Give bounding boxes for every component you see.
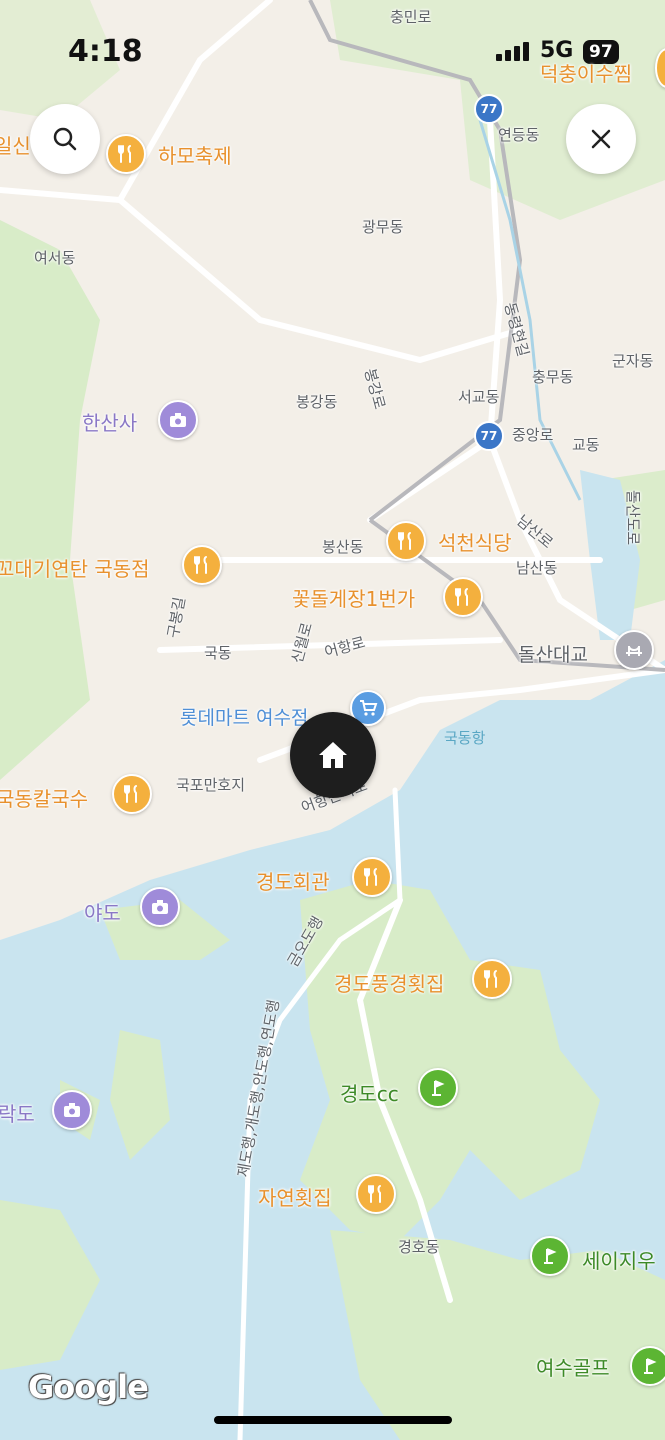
attraction-label[interactable]: 야도 xyxy=(84,897,121,926)
restaurant-pin[interactable] xyxy=(356,1174,396,1214)
bridge-pin[interactable] xyxy=(614,630,654,670)
restaurant-label[interactable]: 국동칼국수 xyxy=(0,783,88,812)
cellular-signal-icon xyxy=(496,42,529,61)
area-label: 국동 xyxy=(204,644,232,662)
fork-knife-icon xyxy=(194,556,207,574)
home-location-marker[interactable] xyxy=(290,712,376,798)
home-indicator[interactable] xyxy=(214,1416,452,1424)
area-label: 중앙로 xyxy=(512,426,554,444)
search-icon xyxy=(53,127,77,151)
area-label: 국포만호지 xyxy=(176,776,246,794)
restaurant-label[interactable]: 하모축제 xyxy=(158,140,232,169)
area-label: 충민로 xyxy=(390,8,432,26)
camera-icon xyxy=(170,413,186,427)
area-label: 충무동 xyxy=(532,368,574,386)
fork-knife-icon xyxy=(118,145,131,163)
fork-knife-icon xyxy=(364,868,377,886)
fork-knife-icon xyxy=(484,970,497,988)
close-icon xyxy=(591,129,611,149)
restaurant-label[interactable]: 덕충이수찜 xyxy=(540,58,632,87)
area-label: 봉산동 xyxy=(322,538,364,556)
area-label: 서교동 xyxy=(458,388,500,406)
golf-icon xyxy=(432,1080,445,1096)
route-77-shield: 77 xyxy=(474,421,504,451)
golf-pin[interactable] xyxy=(630,1346,665,1386)
area-label: 군자동 xyxy=(612,352,654,370)
fork-knife-icon xyxy=(455,588,468,606)
restaurant-pin[interactable] xyxy=(472,959,512,999)
restaurant-label[interactable]: 경도회관 xyxy=(256,866,330,895)
restaurant-pin[interactable] xyxy=(106,134,146,174)
restaurant-label[interactable]: 석천식당 xyxy=(438,527,512,556)
area-label: 연등동 xyxy=(498,126,540,144)
restaurant-label[interactable]: 자연횟집 xyxy=(258,1182,332,1211)
search-button[interactable] xyxy=(30,104,100,174)
fork-knife-icon xyxy=(398,532,411,550)
close-button[interactable] xyxy=(566,104,636,174)
restaurant-label[interactable]: 경도풍경횟집 xyxy=(334,968,444,997)
restaurant-label[interactable]: 꼬대기연탄 국동점 xyxy=(0,553,150,582)
fork-knife-icon xyxy=(124,785,137,803)
camera-icon xyxy=(152,900,168,914)
restaurant-pin[interactable] xyxy=(352,857,392,897)
fork-knife-icon xyxy=(368,1185,381,1203)
area-label: 돌산도로 xyxy=(624,490,642,546)
golf-label[interactable]: 경도cc xyxy=(340,1078,399,1107)
restaurant-label[interactable]: 일신 xyxy=(0,130,31,159)
area-label: 남산동 xyxy=(516,559,558,577)
attraction-label[interactable]: 락도 xyxy=(0,1098,35,1127)
area-label: 경호동 xyxy=(398,1238,440,1256)
restaurant-pin[interactable] xyxy=(112,774,152,814)
golf-pin[interactable] xyxy=(418,1068,458,1108)
attraction-pin[interactable] xyxy=(158,400,198,440)
area-label: 여서동 xyxy=(34,249,76,267)
restaurant-pin[interactable] xyxy=(386,521,426,561)
area-label: 교동 xyxy=(572,436,600,454)
restaurant-pin[interactable] xyxy=(182,545,222,585)
route-77-shield: 77 xyxy=(474,94,504,124)
attraction-pin[interactable] xyxy=(52,1090,92,1130)
camera-icon xyxy=(64,1103,80,1117)
shopping-cart-icon xyxy=(360,700,378,716)
bridge-label[interactable]: 돌산대교 xyxy=(518,640,588,667)
shop-label[interactable]: 롯데마트 여수점 xyxy=(180,703,308,730)
restaurant-label[interactable]: 꽃돌게장1번가 xyxy=(292,583,415,612)
google-logo: Google xyxy=(28,1368,149,1406)
attraction-pin[interactable] xyxy=(140,887,180,927)
area-label: 광무동 xyxy=(362,218,404,236)
area-label: 봉강동 xyxy=(296,393,338,411)
area-label: 국동항 xyxy=(444,729,486,747)
golf-pin[interactable] xyxy=(530,1236,570,1276)
home-icon xyxy=(319,742,347,768)
golf-icon xyxy=(544,1248,557,1264)
golf-label[interactable]: 세이지우 xyxy=(582,1245,656,1274)
attraction-label[interactable]: 한산사 xyxy=(82,407,137,436)
bridge-icon xyxy=(626,646,642,656)
golf-label[interactable]: 여수골프 xyxy=(536,1352,610,1381)
golf-icon xyxy=(644,1358,657,1374)
clock: 4:18 xyxy=(68,34,143,69)
restaurant-pin[interactable] xyxy=(443,577,483,617)
